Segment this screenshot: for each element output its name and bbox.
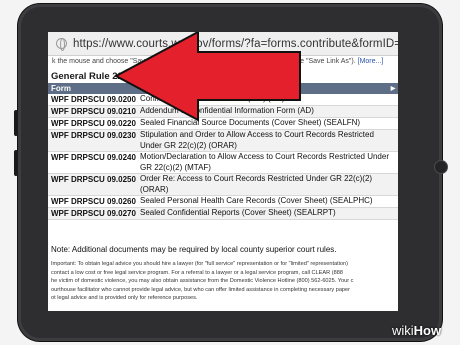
- watermark-prefix: wiki: [392, 323, 414, 338]
- volume-down-button: [14, 150, 18, 176]
- watermark-suffix: How: [413, 323, 442, 338]
- volume-up-button: [14, 110, 18, 136]
- tablet-screen: https://www.courts.wa.gov/forms/?fa=form…: [48, 32, 398, 311]
- red-arrow-icon: [113, 32, 301, 122]
- home-button[interactable]: [434, 160, 448, 174]
- wikihow-watermark: wikiHow: [392, 323, 441, 338]
